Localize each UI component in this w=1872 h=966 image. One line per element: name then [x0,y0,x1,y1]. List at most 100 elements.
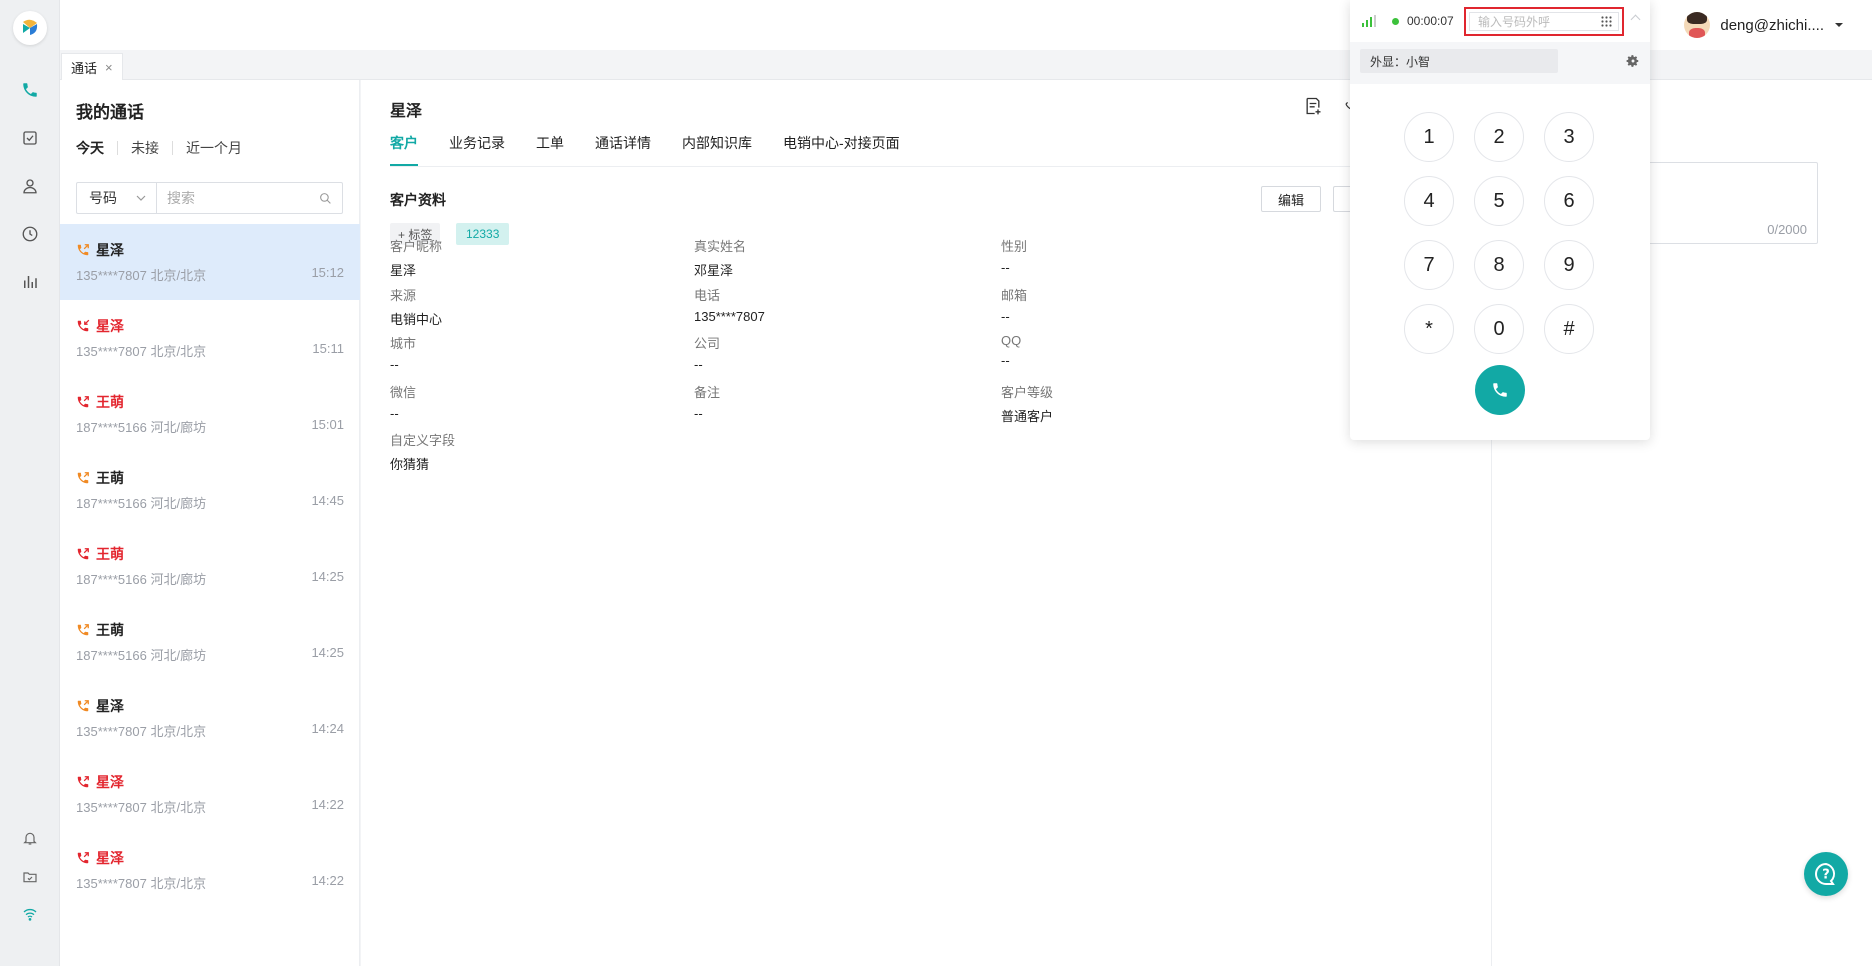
help-chat-icon: ? [1815,862,1836,885]
tab-calls[interactable]: 通话 × [61,53,123,80]
edit-button[interactable]: 编辑 [1261,186,1321,212]
list-item[interactable]: 星泽 135****7807 北京/北京 15:11 [60,300,360,376]
tab-tickets[interactable]: 工单 [536,133,564,166]
call-time: 14:22 [311,873,344,888]
add-note-icon[interactable] [1303,96,1323,119]
customer-field: QQ -- [1001,333,1301,368]
chevron-down-icon [1835,23,1843,27]
list-item[interactable]: 星泽 135****7807 北京/北京 15:12 [60,224,360,300]
caller-name-row: 星泽 [76,240,344,260]
caller-name: 王萌 [96,546,124,562]
dial-call-button[interactable] [1475,365,1525,415]
call-timer: 00:00:07 [1407,14,1454,28]
dial-number-input[interactable]: 输入号码外呼 [1464,7,1624,36]
caller-name-row: 王萌 [76,620,344,640]
outgoing-call-icon [77,548,89,560]
caller-number: 135****7807 北京/北京 [76,344,207,359]
list-item[interactable]: 王萌 187****5166 河北/廊坊 14:45 [60,452,360,528]
keypad-key[interactable]: 2 [1474,112,1524,162]
user-menu[interactable]: deng@zhichi.... [1684,12,1844,38]
call-time: 14:22 [311,797,344,812]
search-input[interactable]: 搜索 [157,183,342,213]
caller-id-bar: 外显：小智 [1350,42,1650,84]
stats-chart-icon[interactable] [18,270,42,294]
keypad-key[interactable]: 0 [1474,304,1524,354]
keypad-key[interactable]: * [1404,304,1454,354]
list-item[interactable]: 王萌 187****5166 河北/廊坊 14:25 [60,604,360,680]
keypad-key[interactable]: 6 [1544,176,1594,226]
keypad-key[interactable]: 9 [1544,240,1594,290]
outgoing-call-icon [77,244,89,256]
search-type-value: 号码 [89,190,117,206]
keypad-key[interactable]: 3 [1544,112,1594,162]
caller-number: 135****7807 北京/北京 [76,800,207,815]
field-label: 公司 [694,336,721,351]
keypad-key[interactable]: 5 [1474,176,1524,226]
task-check-icon[interactable] [18,126,42,150]
customer-field: 性别 -- [1001,236,1301,275]
tabs-divider [390,166,1490,167]
gear-icon[interactable] [1626,54,1640,68]
tab-business-records[interactable]: 业务记录 [449,133,505,166]
history-clock-icon[interactable] [18,222,42,246]
caller-name: 王萌 [96,470,124,486]
collapse-caret-icon[interactable] [1630,14,1641,25]
caller-name: 星泽 [96,242,124,258]
field-value: -- [390,357,399,372]
phone-icon[interactable] [18,78,42,102]
tab-call-details[interactable]: 通话详情 [595,133,651,166]
app-root: deng@zhichi.... 通话 × 我的通话 今天 未接 近一个月 号码 … [0,0,1872,966]
help-button[interactable]: ? [1804,852,1848,896]
field-value: 邓星泽 [694,263,734,278]
folder-icon[interactable] [18,865,42,889]
caller-number: 135****7807 北京/北京 [76,268,207,283]
caller-id-select[interactable]: 外显：小智 [1360,49,1558,73]
caller-name-row: 星泽 [76,848,344,868]
caller-number: 187****5166 河北/廊坊 [76,648,207,663]
keypad-key[interactable]: 7 [1404,240,1454,290]
keypad-key[interactable]: 4 [1404,176,1454,226]
call-time: 14:25 [311,645,344,660]
customer-icon[interactable] [18,174,42,198]
list-item[interactable]: 星泽 135****7807 北京/北京 14:24 [60,680,360,756]
tab-customer[interactable]: 客户 [390,133,418,166]
filter-today[interactable]: 今天 [76,141,117,155]
field-value: 星泽 [390,263,417,278]
customer-tabs: 客户 业务记录 工单 通话详情 内部知识库 电销中心-对接页面 [390,133,900,166]
tab-calls-label: 通话 [71,60,98,76]
field-label: 备注 [694,384,721,400]
bell-icon[interactable] [18,826,42,850]
keypad-icon[interactable] [1601,16,1612,27]
caller-number: 187****5166 河北/廊坊 [76,496,207,511]
close-icon[interactable]: × [105,60,113,75]
field-label: 微信 [390,384,417,400]
field-label: 真实姓名 [694,239,747,254]
list-item[interactable]: 王萌 187****5166 河北/廊坊 14:25 [60,528,360,604]
search-icon [320,192,331,204]
outgoing-call-icon [77,472,89,484]
keypad-key[interactable]: 1 [1404,112,1454,162]
tab-knowledge-base[interactable]: 内部知识库 [682,133,752,166]
list-item[interactable]: 星泽 135****7807 北京/北京 14:22 [60,756,360,832]
field-value: -- [390,405,399,421]
customer-field: 公司 -- [694,333,994,372]
keypad-key[interactable]: 8 [1474,240,1524,290]
field-label: 城市 [390,336,417,351]
list-item[interactable]: 星泽 135****7807 北京/北京 14:22 [60,832,360,908]
tab-telesales-page[interactable]: 电销中心-对接页面 [783,133,900,166]
call-time: 15:01 [311,417,344,432]
filter-last-month[interactable]: 近一个月 [172,141,255,155]
search-type-select[interactable]: 号码 [77,183,157,213]
call-time: 15:11 [312,341,344,356]
list-item[interactable]: 王萌 187****5166 河北/廊坊 15:01 [60,376,360,452]
app-logo[interactable] [13,11,47,45]
filter-missed[interactable]: 未接 [117,141,172,155]
field-value: -- [694,405,703,421]
caller-name-row: 王萌 [76,544,344,564]
field-label: 客户昵称 [390,239,443,254]
phone-icon [1493,383,1507,397]
keypad-key[interactable]: # [1544,304,1594,354]
field-label: 邮箱 [1001,287,1028,303]
call-list-title: 我的通话 [76,103,144,122]
left-rail [0,0,60,966]
